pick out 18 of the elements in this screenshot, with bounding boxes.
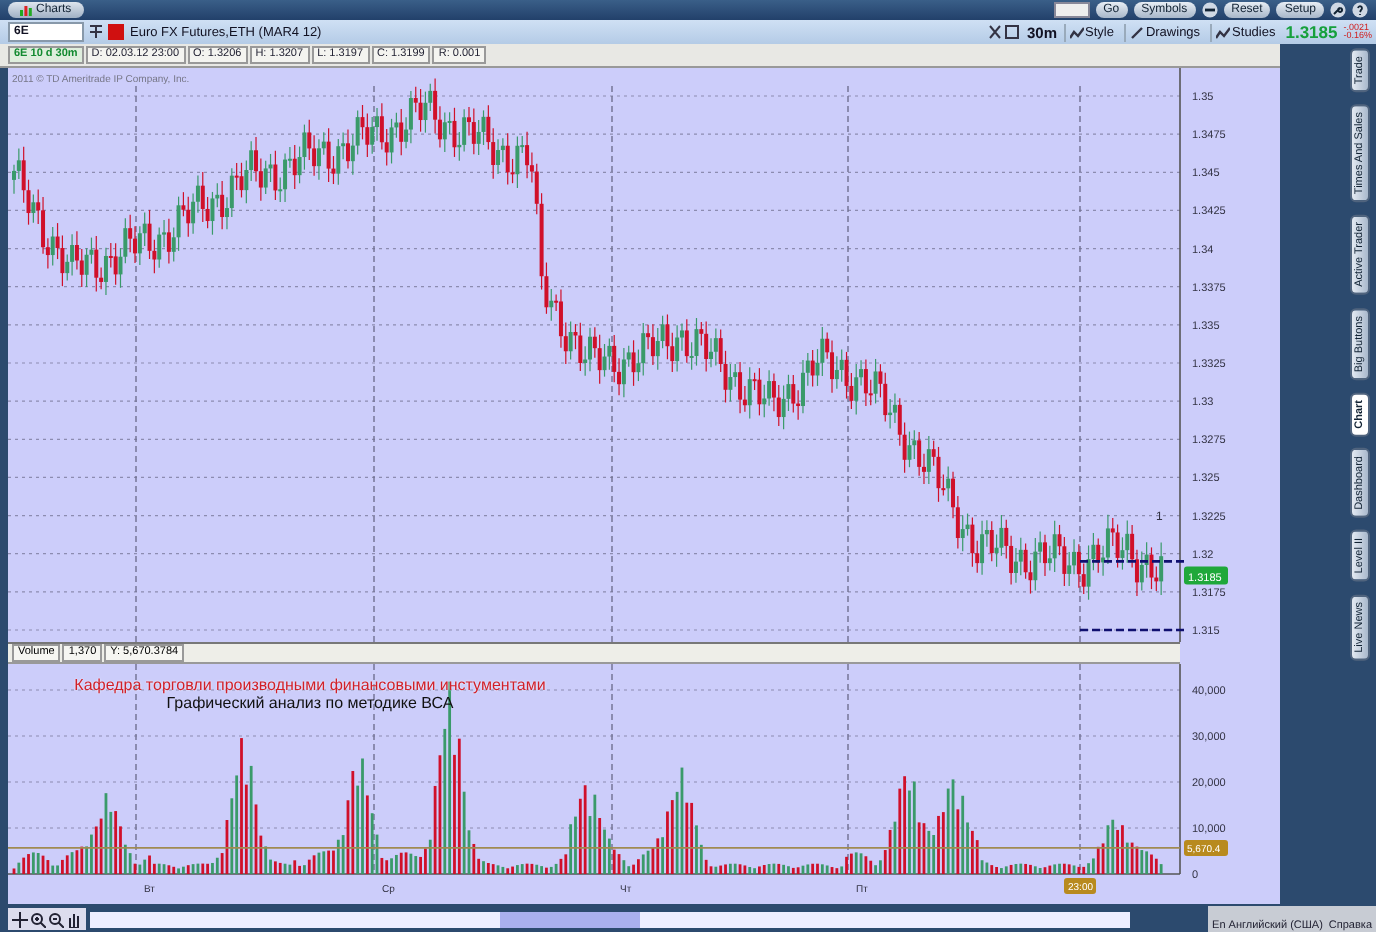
- minus-icon[interactable]: [1201, 2, 1218, 18]
- zoom-in-icon[interactable]: [30, 911, 46, 927]
- symbol-input[interactable]: [1053, 2, 1090, 18]
- trend-line: [1080, 628, 1184, 632]
- last-price: 1.3185: [1285, 22, 1338, 42]
- overlay-title: Кафедра торговли производными финансовыми инстументами: [72, 676, 548, 694]
- zoom-out-icon[interactable]: [48, 911, 64, 927]
- tools-icon[interactable]: [988, 24, 1021, 40]
- crosshair-icon[interactable]: [12, 911, 28, 927]
- scrollbar-thumb[interactable]: [500, 911, 640, 927]
- help-icon[interactable]: [1352, 2, 1368, 18]
- studies-icon: [1216, 25, 1231, 39]
- scrollbar[interactable]: [90, 911, 1130, 927]
- pencil-icon: [1129, 25, 1144, 39]
- key-icon[interactable]: [1330, 2, 1346, 18]
- chart-icon: [20, 4, 32, 16]
- trend-line: [1080, 560, 1184, 563]
- style-icon: [1069, 25, 1083, 39]
